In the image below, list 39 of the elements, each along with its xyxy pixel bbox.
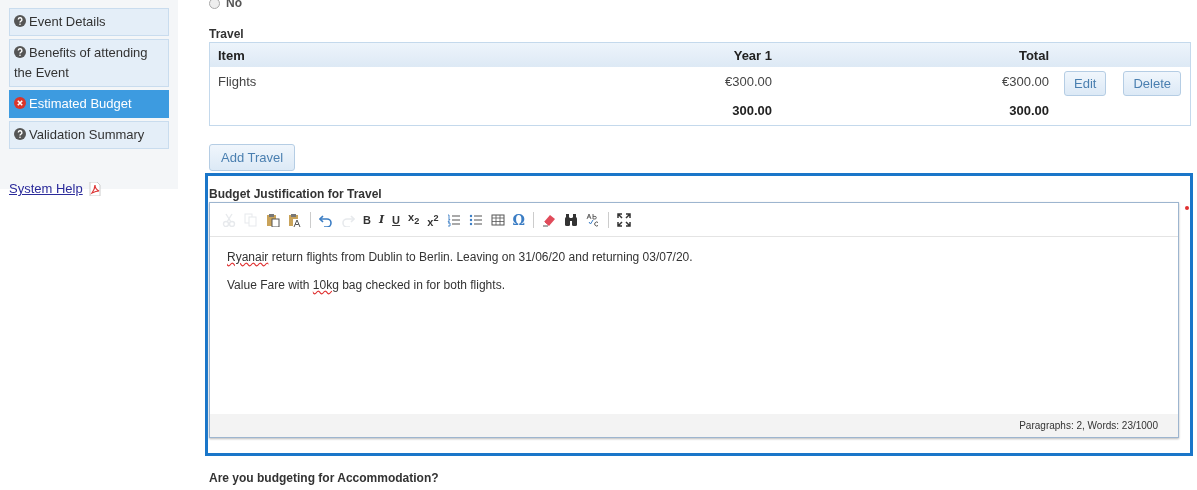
table-icon[interactable] <box>490 212 505 227</box>
question-label: Are you budgeting for Accommodation? <box>209 471 440 485</box>
table-cell-text: €300.00 <box>1001 73 1049 89</box>
help-link[interactable]: System Help <box>9 181 83 196</box>
table-cell-text: Flights <box>217 73 258 89</box>
word-count: Paragraphs: 2, Words: 23/1000 <box>1019 420 1158 431</box>
section-title: Travel <box>209 27 245 41</box>
maximize-icon[interactable] <box>616 212 631 227</box>
paragraph-text: Value Fare with 10kg bag checked in for both flights. <box>227 278 506 292</box>
undo-icon[interactable] <box>319 212 333 227</box>
column-header: Item <box>217 47 246 63</box>
rich-text-editor[interactable]: B I U x$_{2}$ x$^{2}$ Ω Ryanair return flights from Dublin to Berlin. Leaving on 31/06/20 and returning 03/07/20. Value Fare with 10kg bag checked in for both flights. Paragraphs: 2, Words: 23/1000 <box>209 202 1179 438</box>
sidebar-item[interactable]: Benefits of attending the Event <box>9 39 169 87</box>
bullet-list-icon[interactable] <box>468 212 483 227</box>
add-travel-button[interactable]: Add Travel <box>209 144 296 171</box>
table-cell-text: €300.00 <box>724 73 772 89</box>
column-header: Total <box>1017 47 1049 63</box>
sidebar-item[interactable]: Validation Summary <box>9 121 169 149</box>
total-cell-text: 300.00 <box>1008 103 1049 118</box>
eraser-icon[interactable] <box>541 212 556 227</box>
radio-button[interactable] <box>209 0 220 9</box>
total-cell-text: 300.00 <box>731 103 772 118</box>
binoculars-icon[interactable] <box>563 212 578 227</box>
delete-button[interactable]: Delete <box>1123 71 1181 96</box>
toolbar-button[interactable]: I <box>378 212 385 227</box>
toolbar-button[interactable]: B <box>363 212 371 227</box>
column-header: Year 1 <box>732 47 772 63</box>
toolbar-button[interactable]: x$_{2}$ <box>408 210 420 229</box>
sidebar-item[interactable]: Event Details <box>9 8 169 36</box>
paragraph-text: Ryanair return flights from Dublin to Berlin. Leaving on 31/06/20 and returning 03/07/20. <box>227 250 694 264</box>
clipboard-text-icon[interactable] <box>288 212 302 227</box>
field-label: Budget Justification for Travel <box>209 188 383 201</box>
toolbar-button[interactable]: Ω <box>512 212 525 227</box>
toolbar-button[interactable]: x$^{2}$ <box>427 210 439 229</box>
clipboard-icon[interactable] <box>266 212 280 227</box>
numbered-list-icon[interactable] <box>446 212 461 227</box>
edit-button[interactable]: Edit <box>1064 71 1107 96</box>
spellcheck-icon[interactable] <box>585 212 600 227</box>
toolbar-button[interactable]: U <box>392 212 401 227</box>
